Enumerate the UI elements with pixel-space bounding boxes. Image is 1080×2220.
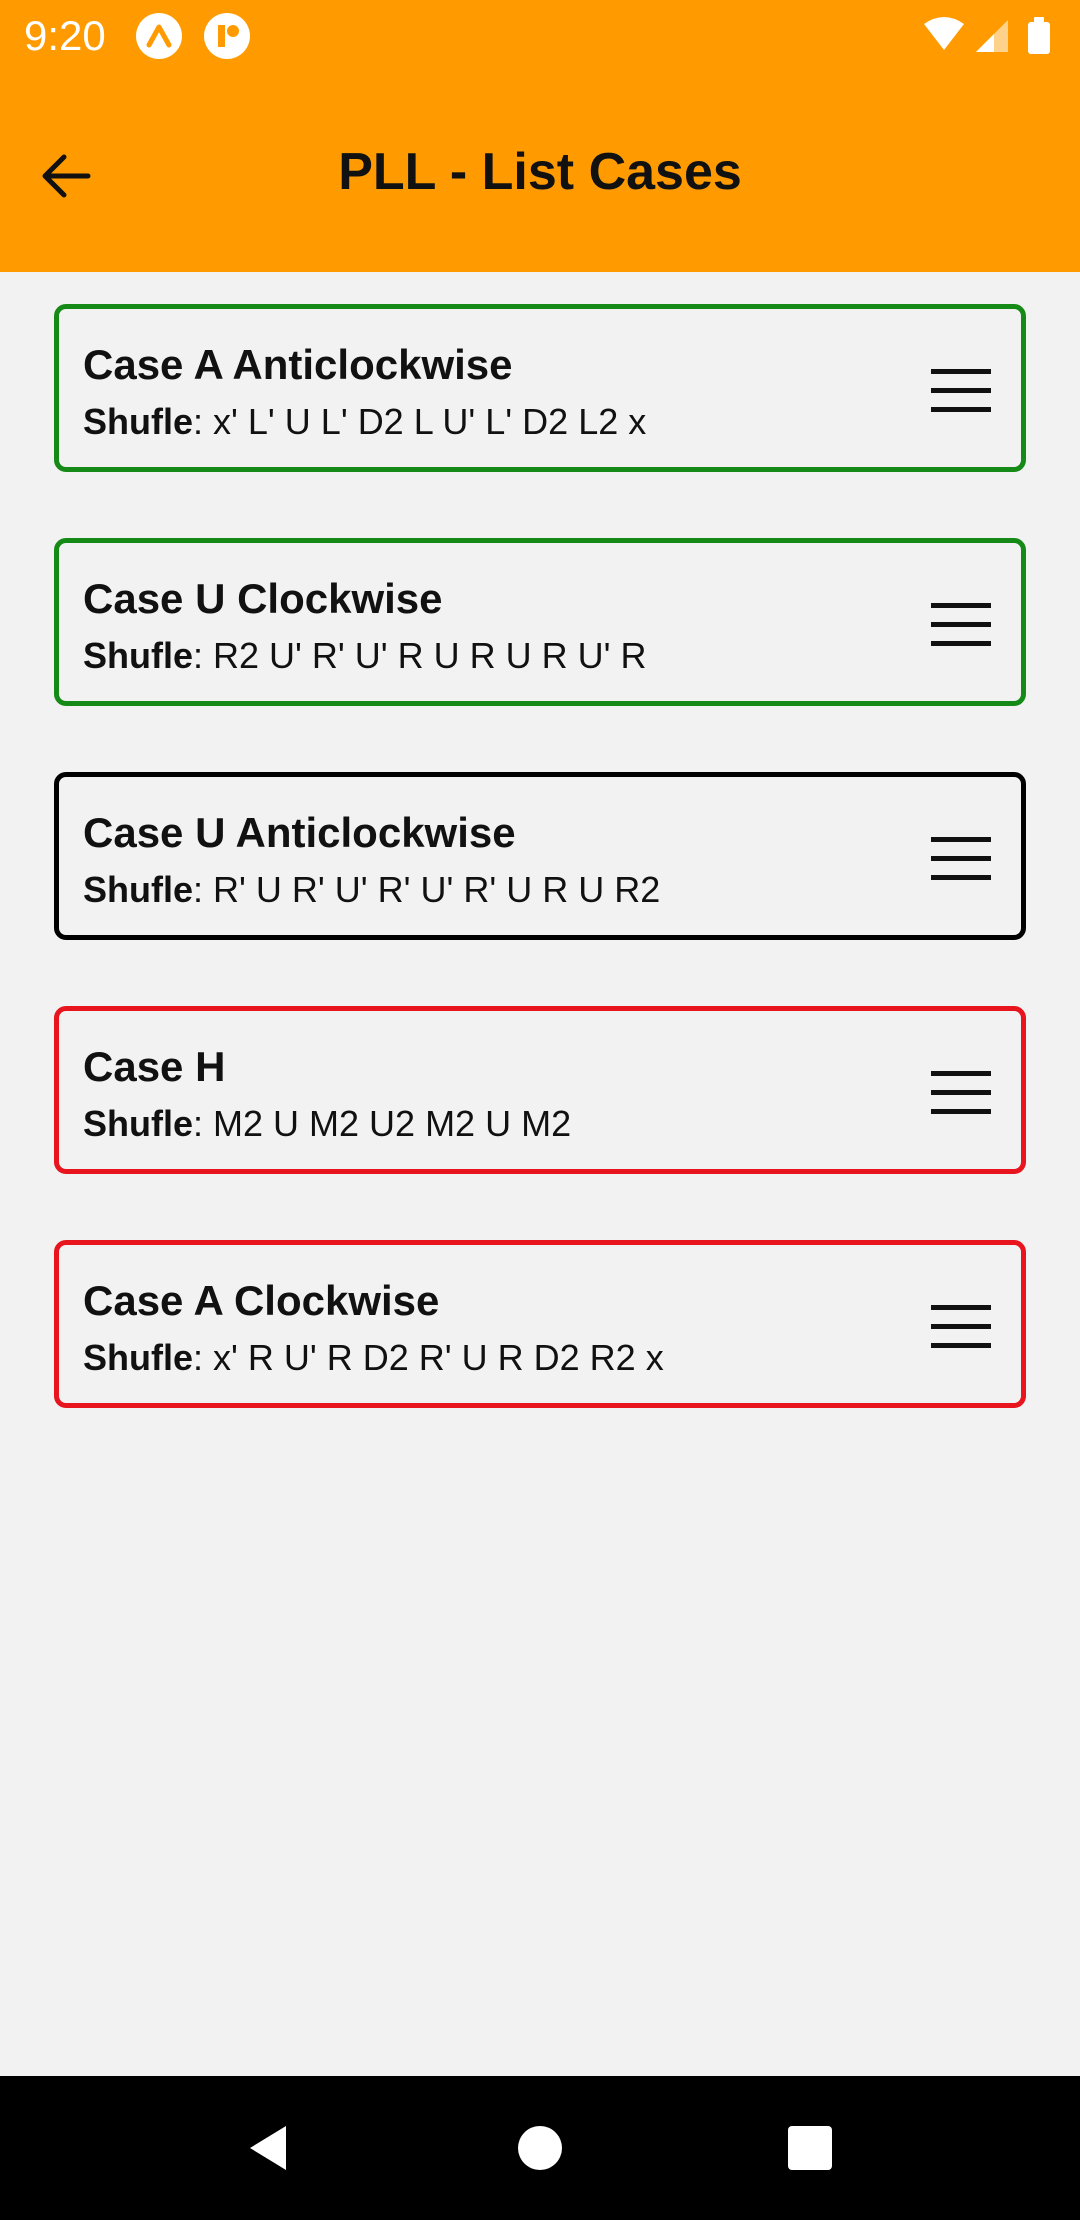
shuffle-label: Shufle	[83, 1337, 194, 1378]
case-name: Case A Clockwise	[83, 1277, 440, 1324]
case-shuffle: Shufle: R2 U' R' U' R U R U R U' R	[83, 633, 647, 679]
shuffle-moves: : R' U R' U' R' U' R' U R U R2	[193, 869, 661, 910]
drag-handle-icon[interactable]	[929, 1069, 993, 1117]
case-name: Case H	[83, 1043, 226, 1090]
drag-handle-icon[interactable]	[929, 367, 993, 415]
shuffle-moves: : x' R U' R D2 R' U R D2 R2 x	[193, 1337, 664, 1378]
case-card[interactable]: Case U Clockwise Shufle: R2 U' R' U' R U…	[54, 538, 1026, 706]
nav-home-button[interactable]	[504, 2112, 576, 2184]
page-title: PLL - List Cases	[338, 143, 742, 201]
shuffle-label: Shufle	[83, 869, 194, 910]
app-icon	[204, 13, 250, 59]
wifi-icon	[924, 17, 964, 50]
signal-icon	[976, 20, 1008, 52]
shuffle-label: Shufle	[83, 1103, 194, 1144]
shuffle-moves: : R2 U' R' U' R U R U R U' R	[193, 635, 647, 676]
expo-icon	[136, 13, 182, 59]
nav-back-button[interactable]	[232, 2112, 304, 2184]
case-shuffle: Shufle: M2 U M2 U2 M2 U M2	[83, 1101, 571, 1147]
case-shuffle: Shufle: x' L' U L' D2 L U' L' D2 L2 x	[83, 399, 646, 445]
case-card[interactable]: Case U Anticlockwise Shufle: R' U R' U' …	[54, 772, 1026, 940]
app-bar: PLL - List Cases	[0, 74, 1080, 272]
case-name: Case U Anticlockwise	[83, 809, 516, 856]
shuffle-moves: : M2 U M2 U2 M2 U M2	[193, 1103, 572, 1144]
drag-handle-icon[interactable]	[929, 601, 993, 649]
case-name: Case U Clockwise	[83, 575, 443, 622]
case-card[interactable]: Case A Anticlockwise Shufle: x' L' U L' …	[54, 304, 1026, 472]
case-card[interactable]: Case A Clockwise Shufle: x' R U' R D2 R'…	[54, 1240, 1026, 1408]
status-bar: 9:20	[0, 0, 1080, 74]
status-time: 9:20	[24, 12, 106, 59]
shuffle-label: Shufle	[83, 635, 194, 676]
case-shuffle: Shufle: R' U R' U' R' U' R' U R U R2	[83, 867, 660, 913]
recents-square-icon	[788, 2126, 832, 2170]
back-triangle-icon	[250, 2126, 286, 2170]
drag-handle-icon[interactable]	[929, 1303, 993, 1351]
navigation-bar	[0, 2076, 1080, 2220]
case-card[interactable]: Case H Shufle: M2 U M2 U2 M2 U M2	[54, 1006, 1026, 1174]
status-icons	[920, 14, 1060, 60]
shuffle-moves: : x' L' U L' D2 L U' L' D2 L2 x	[193, 401, 647, 442]
battery-icon	[1028, 17, 1050, 54]
drag-handle-icon[interactable]	[929, 835, 993, 883]
case-shuffle: Shufle: x' R U' R D2 R' U R D2 R2 x	[83, 1335, 664, 1381]
shuffle-label: Shufle	[83, 401, 194, 442]
nav-recents-button[interactable]	[774, 2112, 846, 2184]
home-circle-icon	[518, 2126, 562, 2170]
case-name: Case A Anticlockwise	[83, 341, 513, 388]
